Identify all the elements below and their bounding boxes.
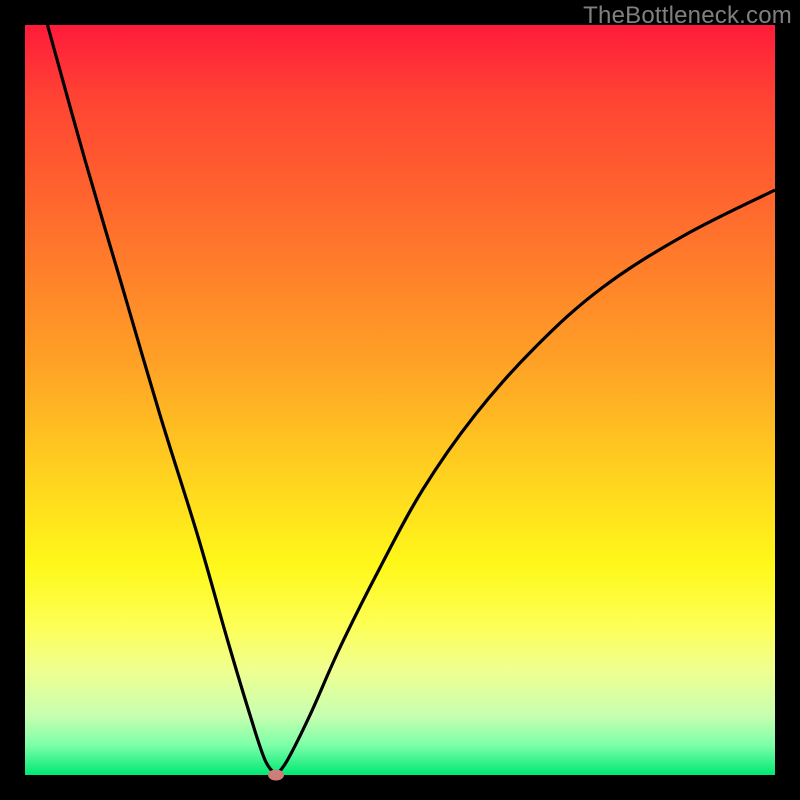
plot-area <box>25 25 775 775</box>
bottleneck-curve-left-path <box>48 25 277 775</box>
bottleneck-curve <box>25 25 775 775</box>
chart-frame: TheBottleneck.com <box>0 0 800 800</box>
optimum-marker <box>268 770 284 781</box>
bottleneck-curve-right-path <box>276 190 775 775</box>
